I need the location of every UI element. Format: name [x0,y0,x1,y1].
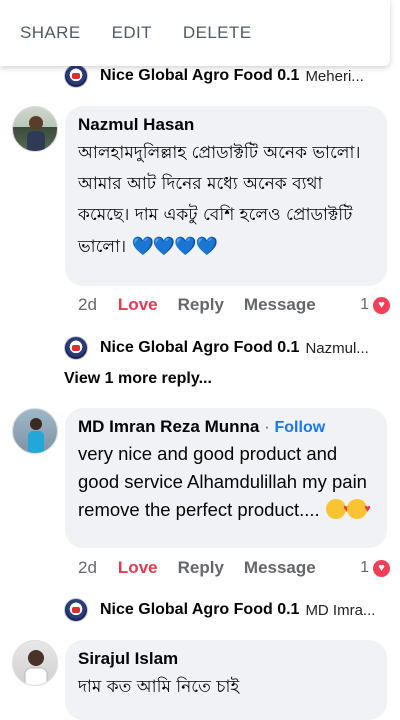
comment-author[interactable]: Sirajul Islam [78,648,374,670]
reply-author: Nice Global Agro Food 0.1 [100,67,300,84]
reply-snippet: Nazmul... [305,339,369,357]
comment-actions: 2d Love Reply Message 1 ♥ [78,556,390,580]
reply-preview-row[interactable]: Nice Global Agro Food 0.1 MD Imra... [64,598,384,622]
reply-button[interactable]: Reply [178,295,224,315]
blue-heart-emoji: 💙💙💙💙 [131,236,219,257]
edit-button[interactable]: EDIT [112,23,152,43]
heart-reaction-icon[interactable]: ♥ [373,559,390,577]
reaction-count[interactable]: 1 [360,296,369,314]
avatar[interactable] [12,640,58,686]
person-photo-icon [24,650,48,685]
heart-reaction-icon[interactable]: ♥ [373,296,390,314]
reply-author: Nice Global Agro Food 0.1 [100,601,300,618]
comment-bubble: Nazmul Hasan আলহামদুলিল্লাহ প্রোডাক্টটি … [65,106,387,286]
person-photo-icon [27,116,45,151]
smiling-face-with-hearts-emoji [325,495,350,523]
comment-text: আলহামদুলিল্লাহ প্রোডাক্টটি অনেক ভালো। আম… [78,143,361,257]
person-photo-icon [28,418,44,453]
page-logo-icon [64,64,88,88]
reply-button[interactable]: Reply [178,558,224,578]
delete-button[interactable]: DELETE [183,23,252,43]
avatar[interactable] [12,408,58,454]
comment-time[interactable]: 2d [78,558,97,578]
share-button[interactable]: SHARE [20,23,81,43]
comment-author[interactable]: Nazmul Hasan [78,114,374,136]
comment-bubble: Sirajul Islam দাম কত আমি নিতে চাই [65,640,387,720]
reply-snippet: MD Imra... [305,601,376,619]
reply-preview-row[interactable]: Nice Global Agro Food 0.1 Nazmul... [64,336,384,360]
comment-time[interactable]: 2d [78,295,97,315]
comment-context-menu: SHARE EDIT DELETE [0,0,390,66]
message-button[interactable]: Message [244,295,316,315]
follow-button[interactable]: Follow [275,419,326,436]
page-logo-icon [64,598,88,622]
comment-author[interactable]: MD Imran Reza Munna [78,417,259,436]
smiling-face-with-hearts-emoji [346,495,371,523]
reply-snippet: Meheri... [305,67,364,85]
view-more-replies-link[interactable]: View 1 more reply... [64,370,212,388]
page-logo-icon [64,336,88,360]
message-button[interactable]: Message [244,558,316,578]
comment-text: very nice and good product and good serv… [78,443,367,520]
comment-actions: 2d Love Reply Message 1 ♥ [78,293,390,317]
reaction-count[interactable]: 1 [360,559,369,577]
avatar[interactable] [12,106,58,152]
reply-preview-row[interactable]: Nice Global Agro Food 0.1 Meheri... [64,64,384,88]
love-button[interactable]: Love [118,558,158,578]
separator-dot: · [264,417,270,436]
love-button[interactable]: Love [118,295,158,315]
comment-bubble: MD Imran Reza Munna · Follow very nice a… [65,408,387,548]
reply-author: Nice Global Agro Food 0.1 [100,339,300,356]
comment-text: দাম কত আমি নিতে চাই [78,677,240,697]
